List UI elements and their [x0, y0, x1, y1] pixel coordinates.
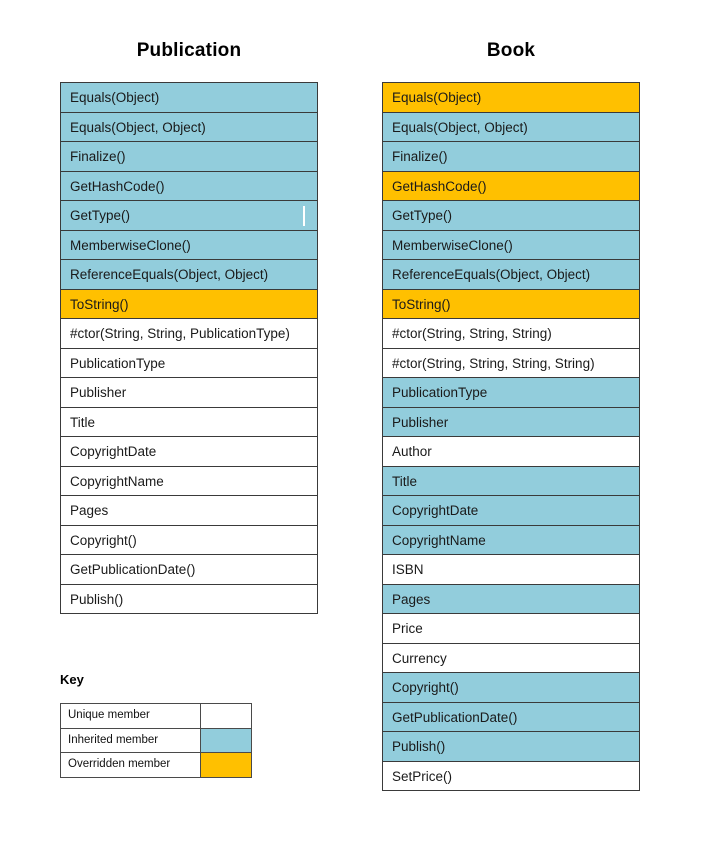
member-row[interactable]: CopyrightDate	[383, 495, 639, 525]
key-row-label: Overridden member	[61, 753, 201, 777]
member-table-publication: Equals(Object) Equals(Object, Object) Fina…	[60, 82, 318, 614]
member-row[interactable]: CopyrightDate	[61, 436, 317, 466]
member-row[interactable]: Copyright()	[61, 524, 317, 554]
key-table: Unique member Inherited member Overridden …	[60, 703, 252, 778]
member-row[interactable]: GetType()	[383, 200, 639, 230]
member-row[interactable]: ISBN	[383, 554, 639, 584]
member-row[interactable]: ReferenceEquals(Object, Object)	[61, 259, 317, 289]
key-row-label: Unique member	[61, 704, 201, 728]
class-title-book: Book	[486, 40, 536, 61]
member-row[interactable]: GetPublicationDate()	[383, 701, 639, 731]
member-row[interactable]: PublicationType	[61, 347, 317, 377]
member-row[interactable]: Publish()	[61, 583, 317, 613]
member-row[interactable]: GetHashCode()	[383, 170, 639, 200]
member-row[interactable]: GetPublicationDate()	[61, 554, 317, 584]
key-row-label: Inherited member	[61, 728, 201, 752]
member-row[interactable]: ToString()	[383, 288, 639, 318]
key-title: Key	[60, 672, 84, 687]
member-row[interactable]: Currency	[383, 642, 639, 672]
member-row[interactable]: ToString()	[61, 288, 317, 318]
member-row[interactable]: SetPrice()	[383, 760, 639, 790]
member-row[interactable]: Finalize()	[61, 141, 317, 171]
key-color-swatch-unique	[201, 704, 251, 728]
member-row[interactable]: Publisher	[61, 377, 317, 407]
member-row[interactable]: Publisher	[383, 406, 639, 436]
member-row[interactable]: Author	[383, 436, 639, 466]
member-row[interactable]: GetHashCode()	[61, 170, 317, 200]
member-row[interactable]: #ctor(String, String, String, String)	[383, 347, 639, 377]
class-column-book: Book Equals(Object) Equals(Object, Object…	[382, 38, 640, 791]
key-legend: Key Unique member Inherited member Overrid…	[60, 672, 252, 778]
member-row[interactable]: CopyrightName	[61, 465, 317, 495]
member-row[interactable]: Title	[383, 465, 639, 495]
class-title-publication: Publication	[136, 40, 242, 61]
member-row[interactable]: CopyrightName	[383, 524, 639, 554]
member-row[interactable]: #ctor(String, String, String)	[383, 318, 639, 348]
member-row[interactable]: Finalize()	[383, 141, 639, 171]
key-color-swatch-inherited	[201, 728, 251, 752]
member-table-book: Equals(Object) Equals(Object, Object) Fina…	[382, 82, 640, 791]
member-row[interactable]: Publish()	[383, 731, 639, 761]
member-row[interactable]: Copyright()	[383, 672, 639, 702]
member-row[interactable]: Title	[61, 406, 317, 436]
member-row[interactable]: GetType()	[61, 200, 317, 230]
class-column-publication: Publication Equals(Object) Equals(Object,…	[60, 38, 318, 614]
text-cursor-caret	[303, 206, 305, 226]
member-row[interactable]: Equals(Object, Object)	[383, 111, 639, 141]
member-row[interactable]: Pages	[383, 583, 639, 613]
member-row[interactable]: Equals(Object)	[383, 82, 639, 112]
member-row[interactable]: MemberwiseClone()	[61, 229, 317, 259]
key-row: Overridden member	[61, 752, 251, 777]
diagram-canvas: Publication Equals(Object) Equals(Object,…	[0, 0, 720, 864]
key-color-swatch-overridden	[201, 753, 251, 777]
member-row[interactable]: Equals(Object, Object)	[61, 111, 317, 141]
member-row[interactable]: ReferenceEquals(Object, Object)	[383, 259, 639, 289]
member-row[interactable]: #ctor(String, String, PublicationType)	[61, 318, 317, 348]
member-row[interactable]: Pages	[61, 495, 317, 525]
key-row: Unique member	[61, 703, 251, 728]
member-row[interactable]: PublicationType	[383, 377, 639, 407]
key-row: Inherited member	[61, 727, 251, 752]
member-row[interactable]: Price	[383, 613, 639, 643]
member-row[interactable]: Equals(Object)	[61, 82, 317, 112]
member-row[interactable]: MemberwiseClone()	[383, 229, 639, 259]
